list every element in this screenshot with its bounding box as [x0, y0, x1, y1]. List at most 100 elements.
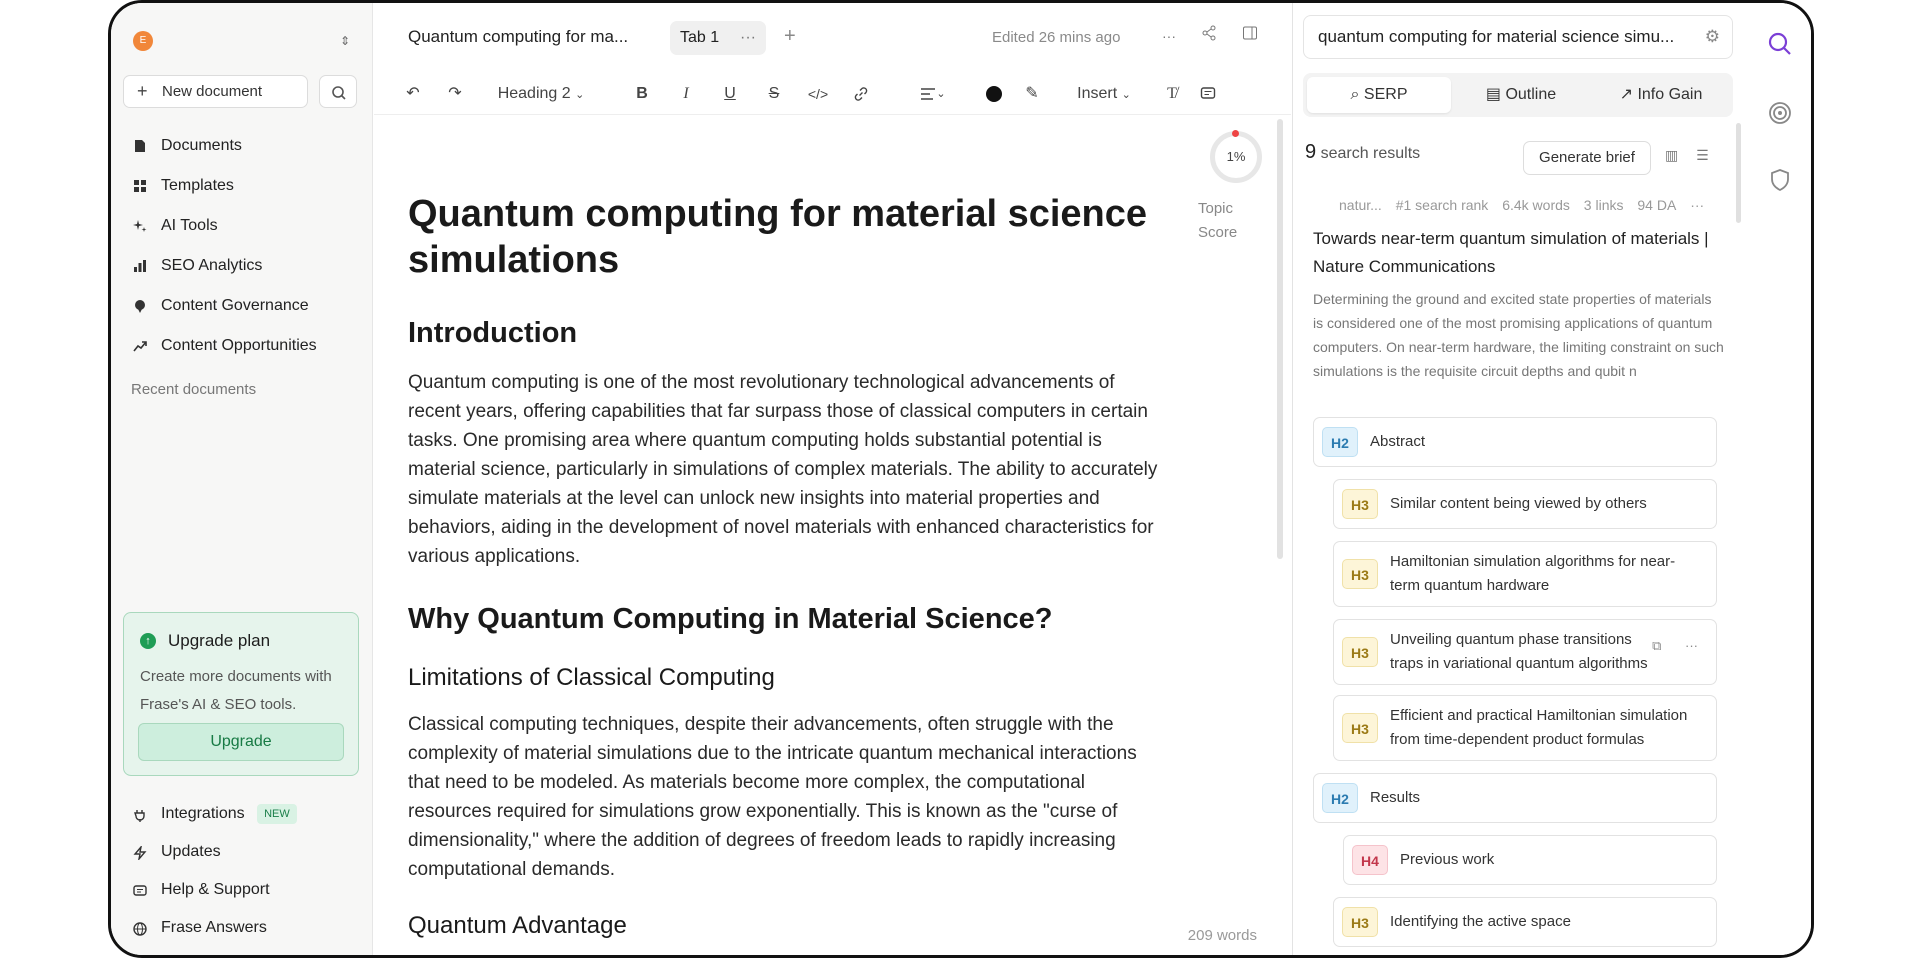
outline-text: Similar content being viewed by others: [1390, 495, 1647, 512]
sidebar-item-help-support[interactable]: Help & Support: [123, 871, 359, 909]
bolt-icon: [133, 846, 147, 860]
result-meta: natur... #1 search rank 6.4k words 3 lin…: [1339, 197, 1714, 213]
document-title[interactable]: Quantum computing for material science s…: [408, 191, 1168, 283]
generate-brief-button[interactable]: Generate brief: [1523, 141, 1651, 175]
sidebar-item-ai-tools[interactable]: AI Tools: [123, 206, 359, 246]
sidebar-item-content-opportunities[interactable]: Content Opportunities: [123, 326, 359, 366]
results-number: 9: [1305, 141, 1317, 163]
filter-icon[interactable]: ☰: [1696, 147, 1709, 163]
tab-info-gain[interactable]: ↗ Info Gain: [1591, 77, 1731, 113]
more-icon[interactable]: ···: [1685, 638, 1698, 653]
sidebar-item-label: Documents: [161, 137, 242, 154]
search-query-text: quantum computing for material science s…: [1318, 27, 1675, 46]
undo-icon[interactable]: ↶: [400, 81, 426, 107]
text-color-swatch[interactable]: [982, 81, 1006, 107]
outline-item[interactable]: H3 Unveiling quantum phase transitions t…: [1333, 619, 1717, 685]
highlighter-icon[interactable]: ✎: [1020, 81, 1044, 107]
sidebar-item-templates[interactable]: Templates: [123, 166, 359, 206]
italic-icon[interactable]: I: [674, 81, 698, 107]
heading-dropdown-label: Heading 2: [497, 85, 571, 102]
outline-item[interactable]: H3 Hamiltonian simulation algorithms for…: [1333, 541, 1717, 607]
trend-icon: [133, 341, 147, 352]
heading-dropdown[interactable]: Heading 2 ⌄: [486, 81, 596, 107]
panel-scrollbar[interactable]: [1736, 123, 1741, 223]
sidebar-bottom-nav: Integrations NEW Updates Help & Support …: [123, 795, 359, 947]
outline-item[interactable]: H2 Abstract: [1313, 417, 1717, 467]
tab-label: SERP: [1363, 86, 1408, 103]
paragraph[interactable]: Quantum computing is one of the most rev…: [408, 368, 1168, 571]
heading-introduction[interactable]: Introduction: [408, 317, 1168, 350]
result-source[interactable]: natur...: [1339, 197, 1382, 213]
heading-why-quantum[interactable]: Why Quantum Computing in Material Scienc…: [408, 603, 1168, 636]
copy-icon[interactable]: ⧉: [1652, 638, 1661, 653]
outline-text: Unveiling quantum phase transitions trap…: [1390, 631, 1648, 672]
sidebar-item-label: Templates: [161, 177, 234, 194]
sidebar-item-content-governance[interactable]: Content Governance: [123, 286, 359, 326]
bar-chart-icon[interactable]: ▥: [1665, 147, 1678, 163]
new-document-button[interactable]: + New document: [123, 75, 308, 108]
edited-status: Edited 26 mins ago: [992, 29, 1121, 46]
recent-documents-heading: Recent documents: [131, 381, 257, 398]
more-icon[interactable]: ···: [1690, 197, 1704, 213]
insert-dropdown[interactable]: Insert ⌄: [1064, 81, 1144, 107]
result-title[interactable]: Towards near-term quantum simulation of …: [1313, 225, 1723, 281]
outline-item[interactable]: H3 Efficient and practical Hamiltonian s…: [1333, 695, 1717, 761]
outline-text: Efficient and practical Hamiltonian simu…: [1390, 707, 1688, 748]
result-da: 94 DA: [1637, 197, 1677, 213]
results-label: search results: [1320, 145, 1421, 162]
more-options-icon[interactable]: ···: [1158, 25, 1180, 47]
heading-tag: H4: [1352, 845, 1388, 875]
tab-serp[interactable]: ⌕ SERP: [1307, 77, 1451, 113]
tab-outline[interactable]: ▤ Outline: [1453, 77, 1589, 113]
sidebar-item-updates[interactable]: Updates: [123, 833, 359, 871]
tab-1[interactable]: Tab 1 ···: [670, 21, 766, 55]
outline-item[interactable]: H3 Similar content being viewed by other…: [1333, 479, 1717, 529]
sidebar-item-frase-answers[interactable]: Frase Answers: [123, 909, 359, 947]
outline-item[interactable]: H2 Results: [1313, 773, 1717, 823]
result-links: 3 links: [1583, 197, 1624, 213]
editor-topbar: Quantum computing for ma... Tab 1 ··· + …: [374, 3, 1291, 73]
sidebar: E ⇕ + New document Documents Templates A…: [111, 3, 373, 955]
share-icon[interactable]: [1198, 25, 1220, 47]
search-query-input[interactable]: quantum computing for material science s…: [1303, 15, 1733, 59]
more-icon[interactable]: ···: [740, 21, 756, 55]
sidebar-item-seo-analytics[interactable]: SEO Analytics: [123, 246, 359, 286]
heading-quantum-advantage[interactable]: Quantum Advantage: [408, 912, 1168, 940]
strikethrough-icon[interactable]: S: [762, 81, 786, 107]
document-body[interactable]: Quantum computing for material science s…: [408, 115, 1168, 955]
sidebar-item-label: Updates: [161, 843, 221, 860]
sidebar-item-documents[interactable]: Documents: [123, 126, 359, 166]
target-icon[interactable]: [1767, 100, 1793, 126]
chevron-updown-icon[interactable]: ⇕: [335, 31, 355, 51]
document-title-tab[interactable]: Quantum computing for ma...: [408, 27, 648, 47]
sidebar-item-label: Content Governance: [161, 297, 309, 314]
topic-score-label: Topic Score: [1198, 200, 1238, 241]
code-icon[interactable]: </>: [804, 81, 832, 107]
upgrade-button[interactable]: Upgrade: [138, 723, 344, 761]
workspace-switcher[interactable]: E ⇕: [133, 29, 355, 53]
underline-icon[interactable]: U: [718, 81, 742, 107]
outline-item[interactable]: H4 Previous work: [1343, 835, 1717, 885]
sidebar-search-button[interactable]: [319, 75, 357, 108]
shield-icon[interactable]: [1767, 167, 1793, 193]
outline-item[interactable]: H3 Identifying the active space: [1333, 897, 1717, 947]
sidebar-item-integrations[interactable]: Integrations NEW: [123, 795, 359, 833]
heading-limitations[interactable]: Limitations of Classical Computing: [408, 664, 1168, 692]
editor-scrollbar[interactable]: [1277, 119, 1283, 559]
add-tab-button[interactable]: +: [784, 25, 796, 48]
paragraph[interactable]: Classical computing techniques, despite …: [408, 710, 1168, 884]
redo-icon[interactable]: ↷: [442, 81, 468, 107]
outline-text: Identifying the active space: [1390, 913, 1571, 930]
bold-icon[interactable]: B: [630, 81, 654, 107]
topic-score-value: 1%: [1226, 149, 1246, 164]
link-icon[interactable]: [848, 81, 874, 107]
comment-icon[interactable]: [1196, 81, 1220, 107]
search-icon[interactable]: [1767, 31, 1793, 57]
sidebar-item-label: SEO Analytics: [161, 257, 263, 274]
panel-toggle-icon[interactable]: [1239, 25, 1261, 47]
outline-text: Previous work: [1400, 851, 1495, 868]
outline-text: Abstract: [1370, 433, 1426, 450]
clear-format-icon[interactable]: T̸: [1160, 81, 1184, 107]
gear-icon[interactable]: ⚙: [1705, 16, 1720, 58]
align-dropdown[interactable]: ⌄: [910, 81, 956, 107]
